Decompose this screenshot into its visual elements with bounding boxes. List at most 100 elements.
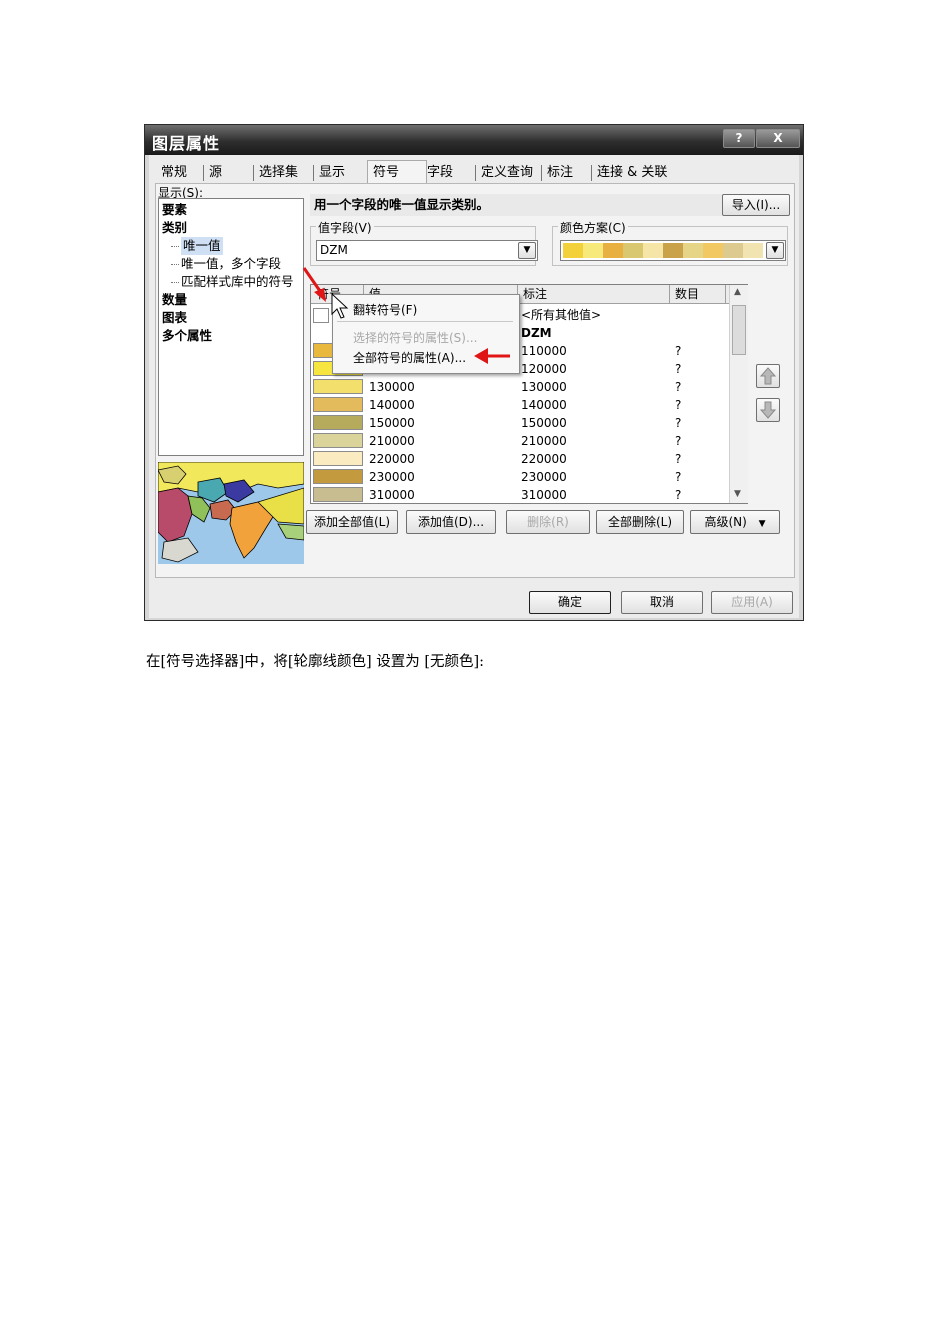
header-count[interactable]: 数目 [675, 285, 699, 303]
row-label: 220000 [521, 452, 567, 466]
remove-button[interactable]: 删除(R) [506, 510, 590, 534]
title-bar[interactable]: 图层属性 ? X [145, 125, 803, 155]
close-button[interactable]: X [756, 129, 800, 148]
map-preview-image [158, 462, 304, 564]
row-count: ? [675, 434, 682, 448]
row-count: ? [675, 452, 682, 466]
dialog-title: 图层属性 [152, 134, 221, 153]
row-count: ? [675, 398, 682, 412]
color-scheme-label: 颜色方案(C) [558, 219, 628, 236]
tab-5[interactable]: 符号 [371, 163, 401, 183]
row-count: ? [675, 416, 682, 430]
chevron-down-icon: ▼ [758, 519, 766, 529]
tree-item[interactable]: 唯一值 [181, 237, 223, 255]
color-ramp-swatch [563, 243, 583, 258]
remove-all-button[interactable]: 全部删除(L) [596, 510, 684, 534]
move-up-button[interactable] [756, 364, 780, 388]
row-label: 310000 [521, 488, 567, 502]
symbol-swatch[interactable] [313, 379, 363, 394]
row-label: 210000 [521, 434, 567, 448]
tab-4[interactable]: 显示 [317, 163, 347, 183]
show-tree[interactable]: 要素 类别 唯一值 唯一值，多个字段 匹配样式库中的符号 数量 图表 多个属性 [158, 198, 304, 456]
advanced-button[interactable]: 高级(N) ▼ [690, 510, 780, 534]
table-scrollbar[interactable]: ▲ ▼ [729, 285, 748, 503]
row-label: 150000 [521, 416, 567, 430]
tab-separator [475, 165, 476, 181]
color-ramp-swatch [643, 243, 663, 258]
arrow-down-icon [759, 401, 777, 419]
value-field-select[interactable]: DZM ▼ [316, 240, 538, 261]
tree-item[interactable]: 要素 [162, 201, 187, 219]
add-all-values-button[interactable]: 添加全部值(L) [306, 510, 398, 534]
symbol-swatch[interactable] [313, 397, 363, 412]
annotation-overlay [302, 267, 510, 364]
tab-separator [541, 165, 542, 181]
scroll-up-icon[interactable]: ▲ [734, 287, 741, 297]
color-ramp-swatch [623, 243, 643, 258]
tree-connector [171, 282, 179, 283]
value-field-label: 值字段(V) [316, 219, 374, 236]
row-label: 110000 [521, 344, 567, 358]
dialog-body: 常规源选择集 显示 符号 字段 定义查询 标注 连接 & 关联 显示(S): 要素 类别 唯一值… [149, 155, 799, 618]
color-scheme-select[interactable]: ▼ [560, 240, 786, 261]
description-text: 用一个字段的唯一值显示类别。 [310, 194, 722, 216]
symbol-swatch[interactable] [313, 451, 363, 466]
tree-item[interactable]: 匹配样式库中的符号 [181, 273, 294, 291]
tree-item[interactable]: 类别 [162, 219, 187, 237]
tab-separator [313, 165, 314, 181]
row-label: 130000 [521, 380, 567, 394]
symbol-swatch[interactable] [313, 433, 363, 448]
close-icon: X [773, 131, 783, 145]
color-ramp-swatch [683, 243, 703, 258]
row-label: 230000 [521, 470, 567, 484]
row-count: ? [675, 344, 682, 358]
tab-2[interactable]: 源 [207, 163, 224, 183]
color-ramp-swatch [743, 243, 763, 258]
tab-separator [203, 165, 204, 181]
color-ramp-swatch [723, 243, 743, 258]
caption-text: 在[符号选择器]中，将[轮廓线颜色] 设置为 [无颜色]: [146, 654, 485, 670]
row-count: ? [675, 470, 682, 484]
color-ramp [563, 243, 763, 258]
tab-separator [253, 165, 254, 181]
chevron-down-icon[interactable]: ▼ [518, 242, 536, 259]
tab-9[interactable]: 连接 & 关联 [595, 163, 669, 183]
symbol-swatch[interactable] [313, 415, 363, 430]
tree-item[interactable]: 图表 [162, 309, 187, 327]
symbol-swatch[interactable] [313, 487, 363, 502]
import-button[interactable]: 导入(I)... [722, 194, 790, 216]
advanced-label: 高级(N) [704, 515, 747, 529]
tree-connector [171, 264, 179, 265]
symbology-panel: 显示(S): 要素 类别 唯一值 唯一值，多个字段 匹配样式库中的符号 数量 图表 多个属性 [155, 183, 795, 578]
value-field-value: DZM [320, 243, 348, 257]
tree-item[interactable]: 多个属性 [162, 327, 212, 345]
row-count: ? [675, 380, 682, 394]
row-value: 150000 [369, 416, 415, 430]
scroll-thumb[interactable] [732, 305, 746, 355]
row-value: 310000 [369, 488, 415, 502]
tree-connector [171, 246, 179, 247]
arrow-up-icon [759, 367, 777, 385]
tab-7[interactable]: 定义查询 [479, 163, 535, 183]
tree-item[interactable]: 唯一值，多个字段 [181, 255, 281, 273]
add-value-button[interactable]: 添加值(D)... [406, 510, 496, 534]
move-down-button[interactable] [756, 398, 780, 422]
chevron-down-icon[interactable]: ▼ [766, 242, 784, 259]
row-value: 210000 [369, 434, 415, 448]
tree-item[interactable]: 数量 [162, 291, 187, 309]
header-label[interactable]: 标注 [523, 285, 547, 303]
tab-1[interactable]: 常规 [159, 163, 189, 183]
cancel-button[interactable]: 取消 [621, 591, 703, 614]
row-value: 230000 [369, 470, 415, 484]
tab-8[interactable]: 标注 [545, 163, 575, 183]
scroll-down-icon[interactable]: ▼ [734, 489, 741, 499]
symbol-swatch[interactable] [313, 469, 363, 484]
tab-6[interactable]: 字段 [425, 163, 455, 183]
all-other-label: <所有其他值> [521, 308, 602, 322]
row-value: 130000 [369, 380, 415, 394]
ok-button[interactable]: 确定 [529, 591, 611, 614]
tab-separator [591, 165, 592, 181]
help-button[interactable]: ? [723, 129, 755, 148]
apply-button[interactable]: 应用(A) [711, 591, 793, 614]
tab-3[interactable]: 选择集 [257, 163, 300, 183]
